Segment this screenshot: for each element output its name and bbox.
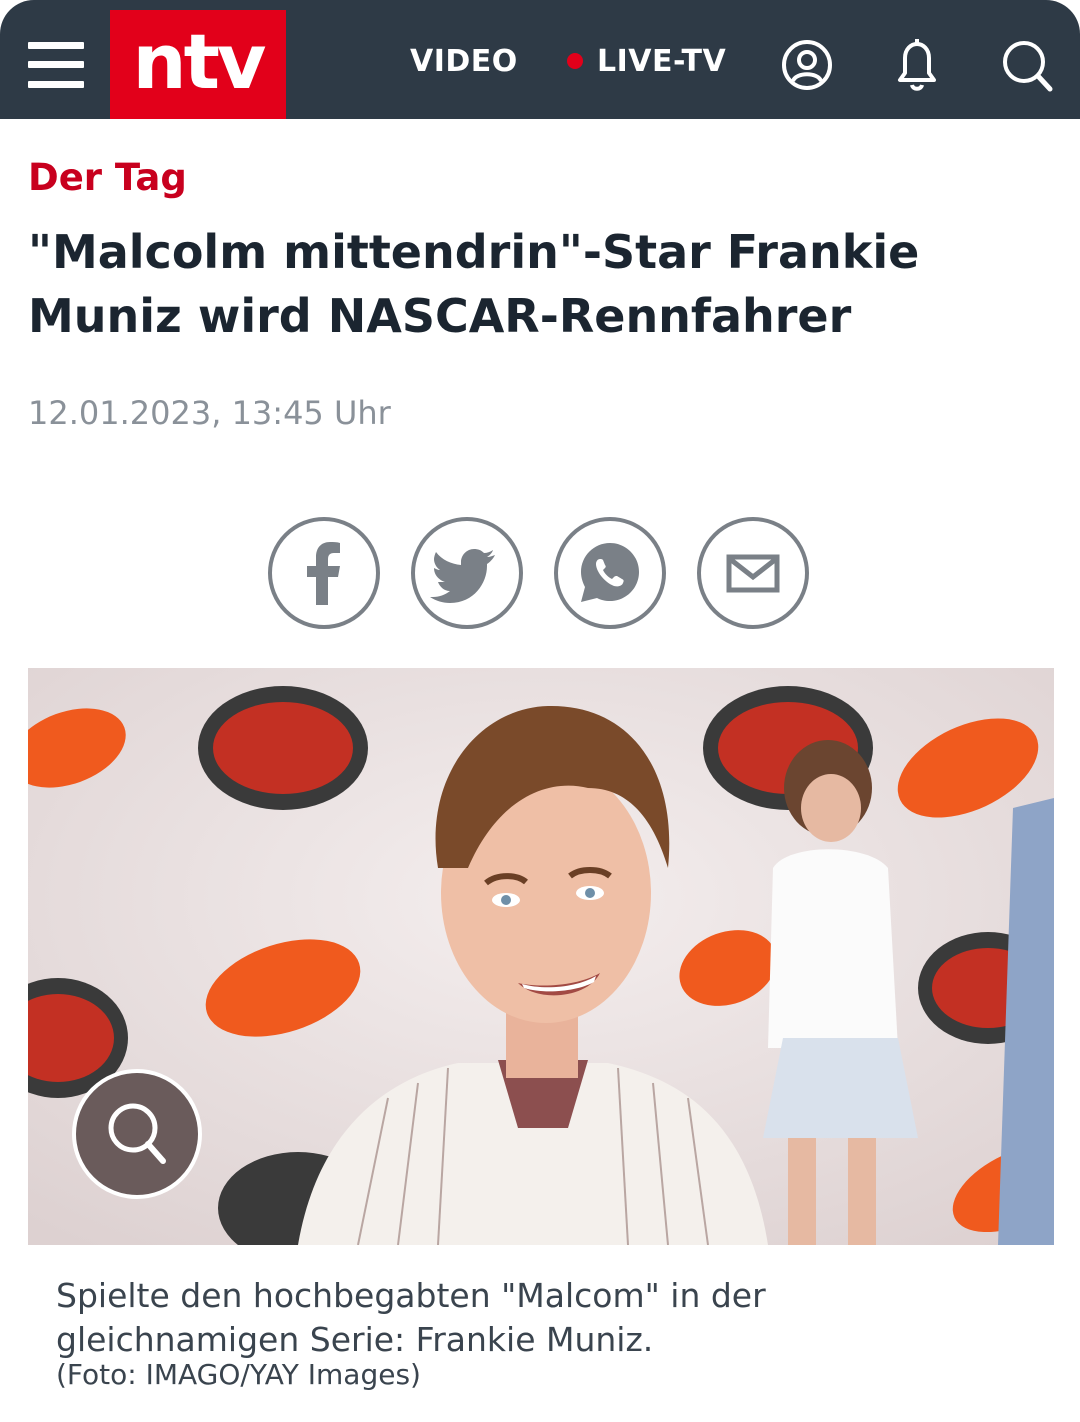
bell-icon[interactable] [888, 34, 946, 96]
twitter-icon [430, 549, 495, 603]
search-icon[interactable] [998, 34, 1056, 96]
share-mail-button[interactable] [697, 517, 809, 629]
share-whatsapp-button[interactable] [554, 517, 666, 629]
menu-icon[interactable] [28, 42, 84, 88]
nav-live-tv-label: LIVE-TV [597, 44, 727, 79]
article-rubric[interactable]: Der Tag [28, 156, 187, 199]
whatsapp-icon [581, 543, 639, 602]
photo-caption: Spielte den hochbegabten "Malcom" in der… [56, 1276, 766, 1359]
share-twitter-button[interactable] [411, 517, 523, 629]
user-icon[interactable] [778, 34, 836, 96]
mail-icon [726, 554, 780, 593]
magnifier-icon [108, 1103, 166, 1164]
photo-credit: (Foto: IMAGO/YAY Images) [56, 1358, 421, 1391]
ntv-logo[interactable]: ntv [110, 10, 286, 119]
article-headline: "Malcolm mittendrin"-Star Frankie Muniz … [28, 225, 920, 343]
article-date: 12.01.2023, 13:45 Uhr [28, 394, 391, 432]
top-navigation-bar: ntv VIDEO LIVE-TV [0, 0, 1080, 119]
nav-live-tv-link[interactable]: LIVE-TV [567, 44, 726, 79]
share-facebook-button[interactable] [268, 517, 380, 629]
nav-video-link[interactable]: VIDEO [410, 44, 518, 79]
live-indicator-dot [567, 52, 583, 69]
image-zoom-button[interactable] [72, 1069, 202, 1199]
facebook-icon [307, 542, 340, 605]
